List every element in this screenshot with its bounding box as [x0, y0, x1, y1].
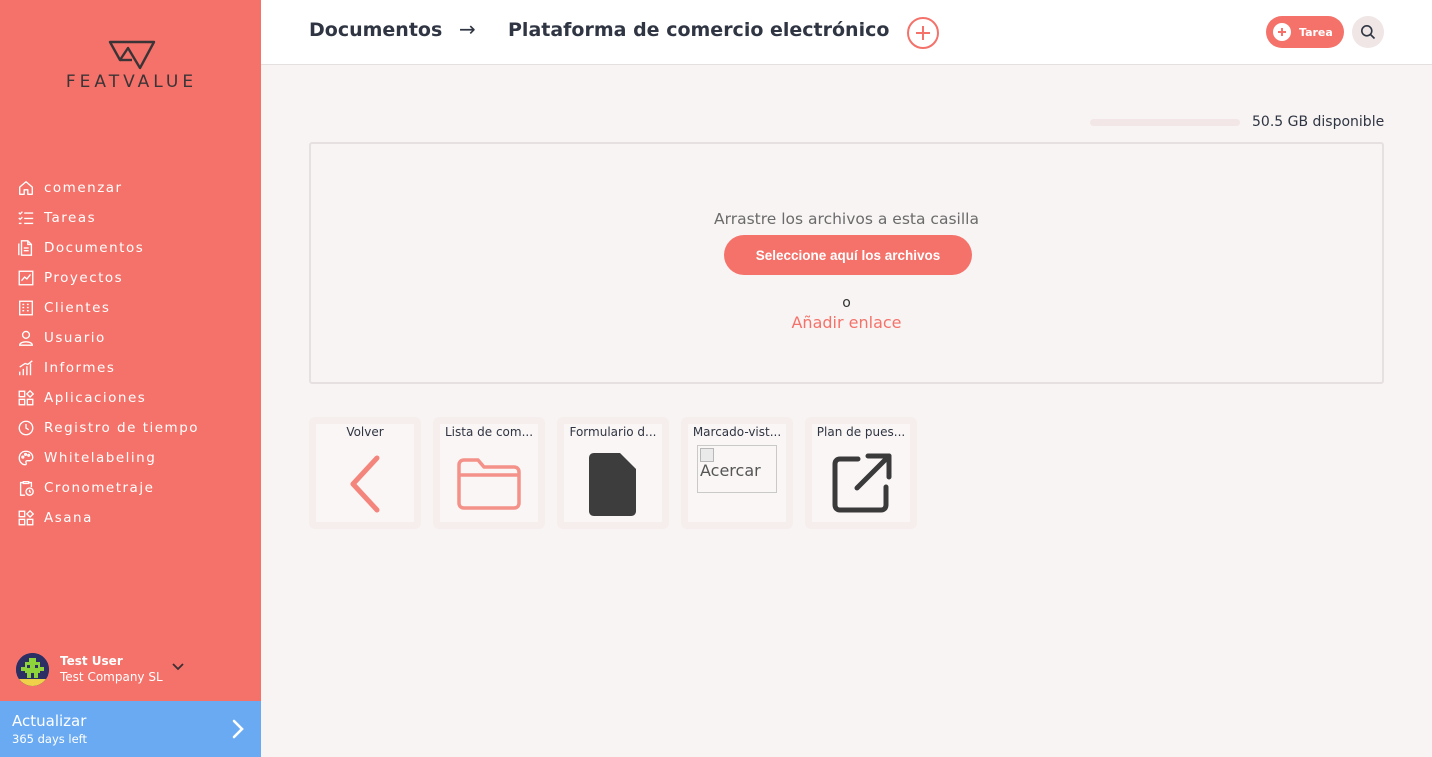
search-button[interactable] [1352, 16, 1384, 48]
home-icon [16, 178, 36, 198]
logo-text: FEATVALUE [65, 72, 198, 92]
user-icon [16, 328, 36, 348]
sidebar-item-comenzar[interactable]: comenzar [16, 173, 256, 203]
chevron-left-icon [309, 451, 421, 517]
user-menu[interactable]: Test User Test Company SL [16, 651, 256, 687]
upgrade-button[interactable]: Actualizar 365 days left [0, 701, 261, 757]
apps-grid-icon [16, 508, 36, 528]
sidebar-item-aplicaciones[interactable]: Aplicaciones [16, 383, 256, 413]
breadcrumb-arrow-icon: → [459, 17, 476, 41]
external-link-icon [805, 451, 917, 517]
tile-label: Plan de pues... [816, 425, 906, 439]
sidebar-item-clientes[interactable]: Clientes [16, 293, 256, 323]
chevron-right-icon [231, 718, 245, 744]
task-list-icon [16, 208, 36, 228]
top-header: Documentos → Plataforma de comercio elec… [261, 0, 1432, 65]
document-icon [16, 238, 36, 258]
sidebar-item-label: Informes [44, 360, 116, 376]
sidebar-item-asana[interactable]: Asana [16, 503, 256, 533]
dropzone-instruction: Arrastre los archivos a esta casilla [714, 210, 979, 228]
sidebar-nav: comenzar Tareas Documentos Proyectos Cli… [16, 173, 256, 533]
timer-icon [16, 418, 36, 438]
sidebar-item-registro-de-tiempo[interactable]: Registro de tiempo [16, 413, 256, 443]
sidebar-item-label: Asana [44, 510, 93, 526]
dropzone-or: o [842, 295, 851, 311]
tile-label: Marcado-vist... [692, 425, 782, 439]
sidebar-item-label: comenzar [44, 180, 123, 196]
sidebar: FEATVALUE comenzar Tareas Documentos Pro… [0, 0, 261, 757]
reports-bar-icon [16, 358, 36, 378]
file-icon [557, 451, 669, 517]
tile-external-link[interactable]: Plan de pues... [805, 417, 917, 529]
sidebar-item-label: Registro de tiempo [44, 420, 200, 436]
new-task-label: Tarea [1299, 25, 1333, 39]
sidebar-item-label: Usuario [44, 330, 106, 346]
logo[interactable]: FEATVALUE [44, 40, 219, 92]
sidebar-item-documentos[interactable]: Documentos [16, 233, 256, 263]
breadcrumb-root[interactable]: Documentos [309, 19, 442, 41]
new-task-button[interactable]: Tarea [1266, 16, 1344, 48]
sidebar-item-usuario[interactable]: Usuario [16, 323, 256, 353]
sidebar-item-label: Clientes [44, 300, 111, 316]
clipboard-clock-icon [16, 478, 36, 498]
sidebar-item-cronometraje[interactable]: Cronometraje [16, 473, 256, 503]
sidebar-item-label: Proyectos [44, 270, 124, 286]
chevron-down-icon[interactable] [171, 657, 185, 676]
sidebar-item-label: Whitelabeling [44, 450, 157, 466]
add-button[interactable] [907, 17, 939, 49]
file-dropzone[interactable]: Arrastre los archivos a esta casilla Sel… [309, 142, 1384, 384]
image-alt-text: Acercar [700, 461, 761, 480]
user-company: Test Company SL [60, 669, 163, 684]
plus-icon [1273, 23, 1291, 41]
plus-icon [916, 26, 930, 40]
tile-back[interactable]: Volver [309, 417, 421, 529]
projects-chart-icon [16, 268, 36, 288]
tile-label: Formulario d... [569, 425, 657, 439]
storage-bar [1090, 119, 1240, 126]
tile-label: Volver [346, 425, 384, 439]
tile-folder[interactable]: Lista de com... [433, 417, 545, 529]
search-icon [1361, 25, 1376, 40]
sidebar-item-label: Cronometraje [44, 480, 155, 496]
storage-available: 50.5 GB disponible [1252, 114, 1385, 130]
sidebar-item-whitelabeling[interactable]: Whitelabeling [16, 443, 256, 473]
page-title: Plataforma de comercio electrónico [508, 19, 890, 41]
sidebar-item-label: Tareas [44, 210, 97, 226]
folder-icon [433, 451, 545, 517]
upgrade-title: Actualizar [12, 712, 87, 730]
add-link-button[interactable]: Añadir enlace [311, 313, 1382, 332]
featvalue-logo-icon [108, 40, 155, 70]
sidebar-item-tareas[interactable]: Tareas [16, 203, 256, 233]
sidebar-item-proyectos[interactable]: Proyectos [16, 263, 256, 293]
tile-file[interactable]: Formulario d... [557, 417, 669, 529]
broken-image-icon: Acercar [697, 445, 777, 493]
upgrade-days-left: 365 days left [12, 732, 88, 746]
sidebar-item-label: Documentos [44, 240, 145, 256]
sidebar-item-label: Aplicaciones [44, 390, 147, 406]
avatar [16, 652, 49, 686]
tile-image[interactable]: Marcado-vist... Acercar [681, 417, 793, 529]
select-files-button[interactable]: Seleccione aquí los archivos [724, 235, 972, 275]
palette-icon [16, 448, 36, 468]
building-icon [16, 298, 36, 318]
apps-grid-icon [16, 388, 36, 408]
user-name: Test User [60, 653, 123, 668]
tile-label: Lista de com... [444, 425, 534, 439]
sidebar-item-informes[interactable]: Informes [16, 353, 256, 383]
